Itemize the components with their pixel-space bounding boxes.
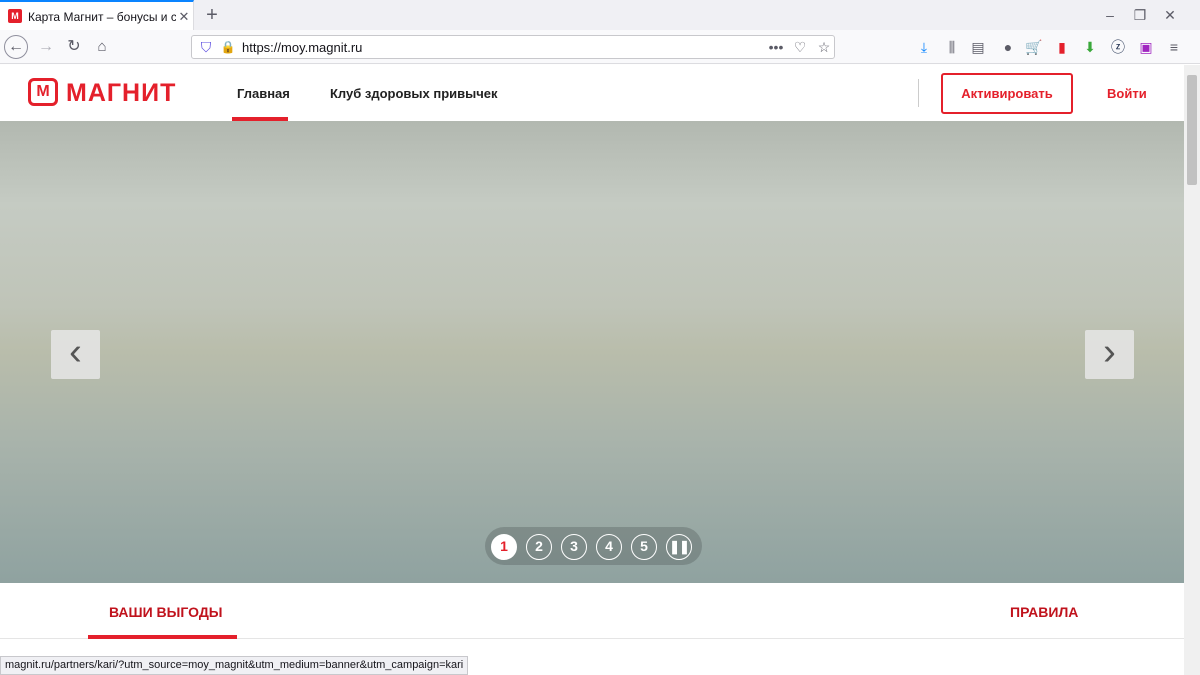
tab-title: Карта Магнит – бонусы и скидки bbox=[28, 10, 176, 24]
carousel-dot[interactable]: 2 bbox=[526, 534, 552, 560]
carousel-dot[interactable]: 4 bbox=[596, 534, 622, 560]
lock-icon[interactable]: 🔒 bbox=[216, 35, 240, 59]
browser-tab[interactable]: М Карта Магнит – бонусы и скидки ✕ bbox=[0, 0, 194, 30]
home-icon[interactable]: ⌂ bbox=[90, 35, 114, 59]
carousel-pause-icon[interactable]: ❚❚ bbox=[666, 534, 692, 560]
flag-extension-icon[interactable]: ▮ bbox=[1050, 35, 1074, 59]
page-actions-icon[interactable]: ••• bbox=[764, 35, 788, 59]
close-window-icon[interactable]: ✕ bbox=[1158, 3, 1182, 27]
bookmark-star-icon[interactable]: ☆ bbox=[812, 35, 836, 59]
carousel-dot[interactable]: 3 bbox=[561, 534, 587, 560]
zoom-extension-icon[interactable]: ⓩ bbox=[1106, 35, 1130, 59]
url-text: https://moy.magnit.ru bbox=[242, 40, 363, 55]
extension-icon[interactable]: ▣ bbox=[1134, 35, 1158, 59]
carousel-next-button[interactable]: › bbox=[1085, 330, 1134, 379]
nav-home[interactable]: Главная bbox=[237, 86, 290, 101]
new-tab-icon[interactable]: + bbox=[200, 3, 224, 27]
library-icon[interactable]: ⫼ bbox=[940, 35, 964, 59]
menu-icon[interactable]: ≡ bbox=[1162, 35, 1186, 59]
page-scrollbar[interactable] bbox=[1184, 65, 1200, 675]
carousel-prev-button[interactable]: ‹ bbox=[51, 330, 100, 379]
minimize-icon[interactable]: – bbox=[1098, 3, 1122, 27]
restore-icon[interactable]: ❐ bbox=[1128, 3, 1152, 27]
tab-benefits[interactable]: ВАШИ ВЫГОДЫ bbox=[109, 604, 223, 620]
header-divider bbox=[918, 79, 919, 107]
magnit-logo-icon[interactable]: М bbox=[28, 78, 58, 106]
download-extension-icon[interactable]: ⬇ bbox=[1078, 35, 1102, 59]
carousel-dot[interactable]: 5 bbox=[631, 534, 657, 560]
download-icon[interactable]: ⤓ bbox=[912, 35, 936, 59]
url-bar[interactable]: ⛉ 🔒 https://moy.magnit.ru ••• ♡ ☆ bbox=[191, 35, 835, 59]
account-icon[interactable]: ● bbox=[996, 35, 1020, 59]
content-tabs: ВАШИ ВЫГОДЫ ПРАВИЛА bbox=[0, 583, 1184, 639]
status-bar-url: magnit.ru/partners/kari/?utm_source=moy_… bbox=[0, 656, 468, 675]
activate-button[interactable]: Активировать bbox=[941, 73, 1073, 114]
tab-active-indicator bbox=[88, 635, 237, 639]
cart-extension-icon[interactable]: 🛒 bbox=[1022, 35, 1046, 59]
sidebar-icon[interactable]: ▤ bbox=[966, 35, 990, 59]
logo-text[interactable]: МАГНИТ bbox=[66, 79, 176, 108]
tab-rules[interactable]: ПРАВИЛА bbox=[1010, 604, 1078, 620]
hero-carousel[interactable] bbox=[0, 121, 1184, 583]
reload-icon[interactable]: ↻ bbox=[62, 35, 86, 59]
site-header: М МАГНИТ Главная Клуб здоровых привычек … bbox=[0, 65, 1184, 121]
pocket-icon[interactable]: ♡ bbox=[788, 35, 812, 59]
shield-icon[interactable]: ⛉ bbox=[194, 35, 218, 59]
magnit-favicon-icon: М bbox=[8, 9, 22, 23]
login-link[interactable]: Войти bbox=[1107, 86, 1147, 101]
nav-healthy-club[interactable]: Клуб здоровых привычек bbox=[330, 86, 498, 101]
scrollbar-thumb[interactable] bbox=[1187, 75, 1197, 185]
forward-icon[interactable]: → bbox=[34, 35, 58, 59]
back-icon[interactable]: ← bbox=[4, 35, 28, 59]
carousel-dot[interactable]: 1 bbox=[491, 534, 517, 560]
close-tab-icon[interactable]: ✕ bbox=[172, 5, 196, 29]
